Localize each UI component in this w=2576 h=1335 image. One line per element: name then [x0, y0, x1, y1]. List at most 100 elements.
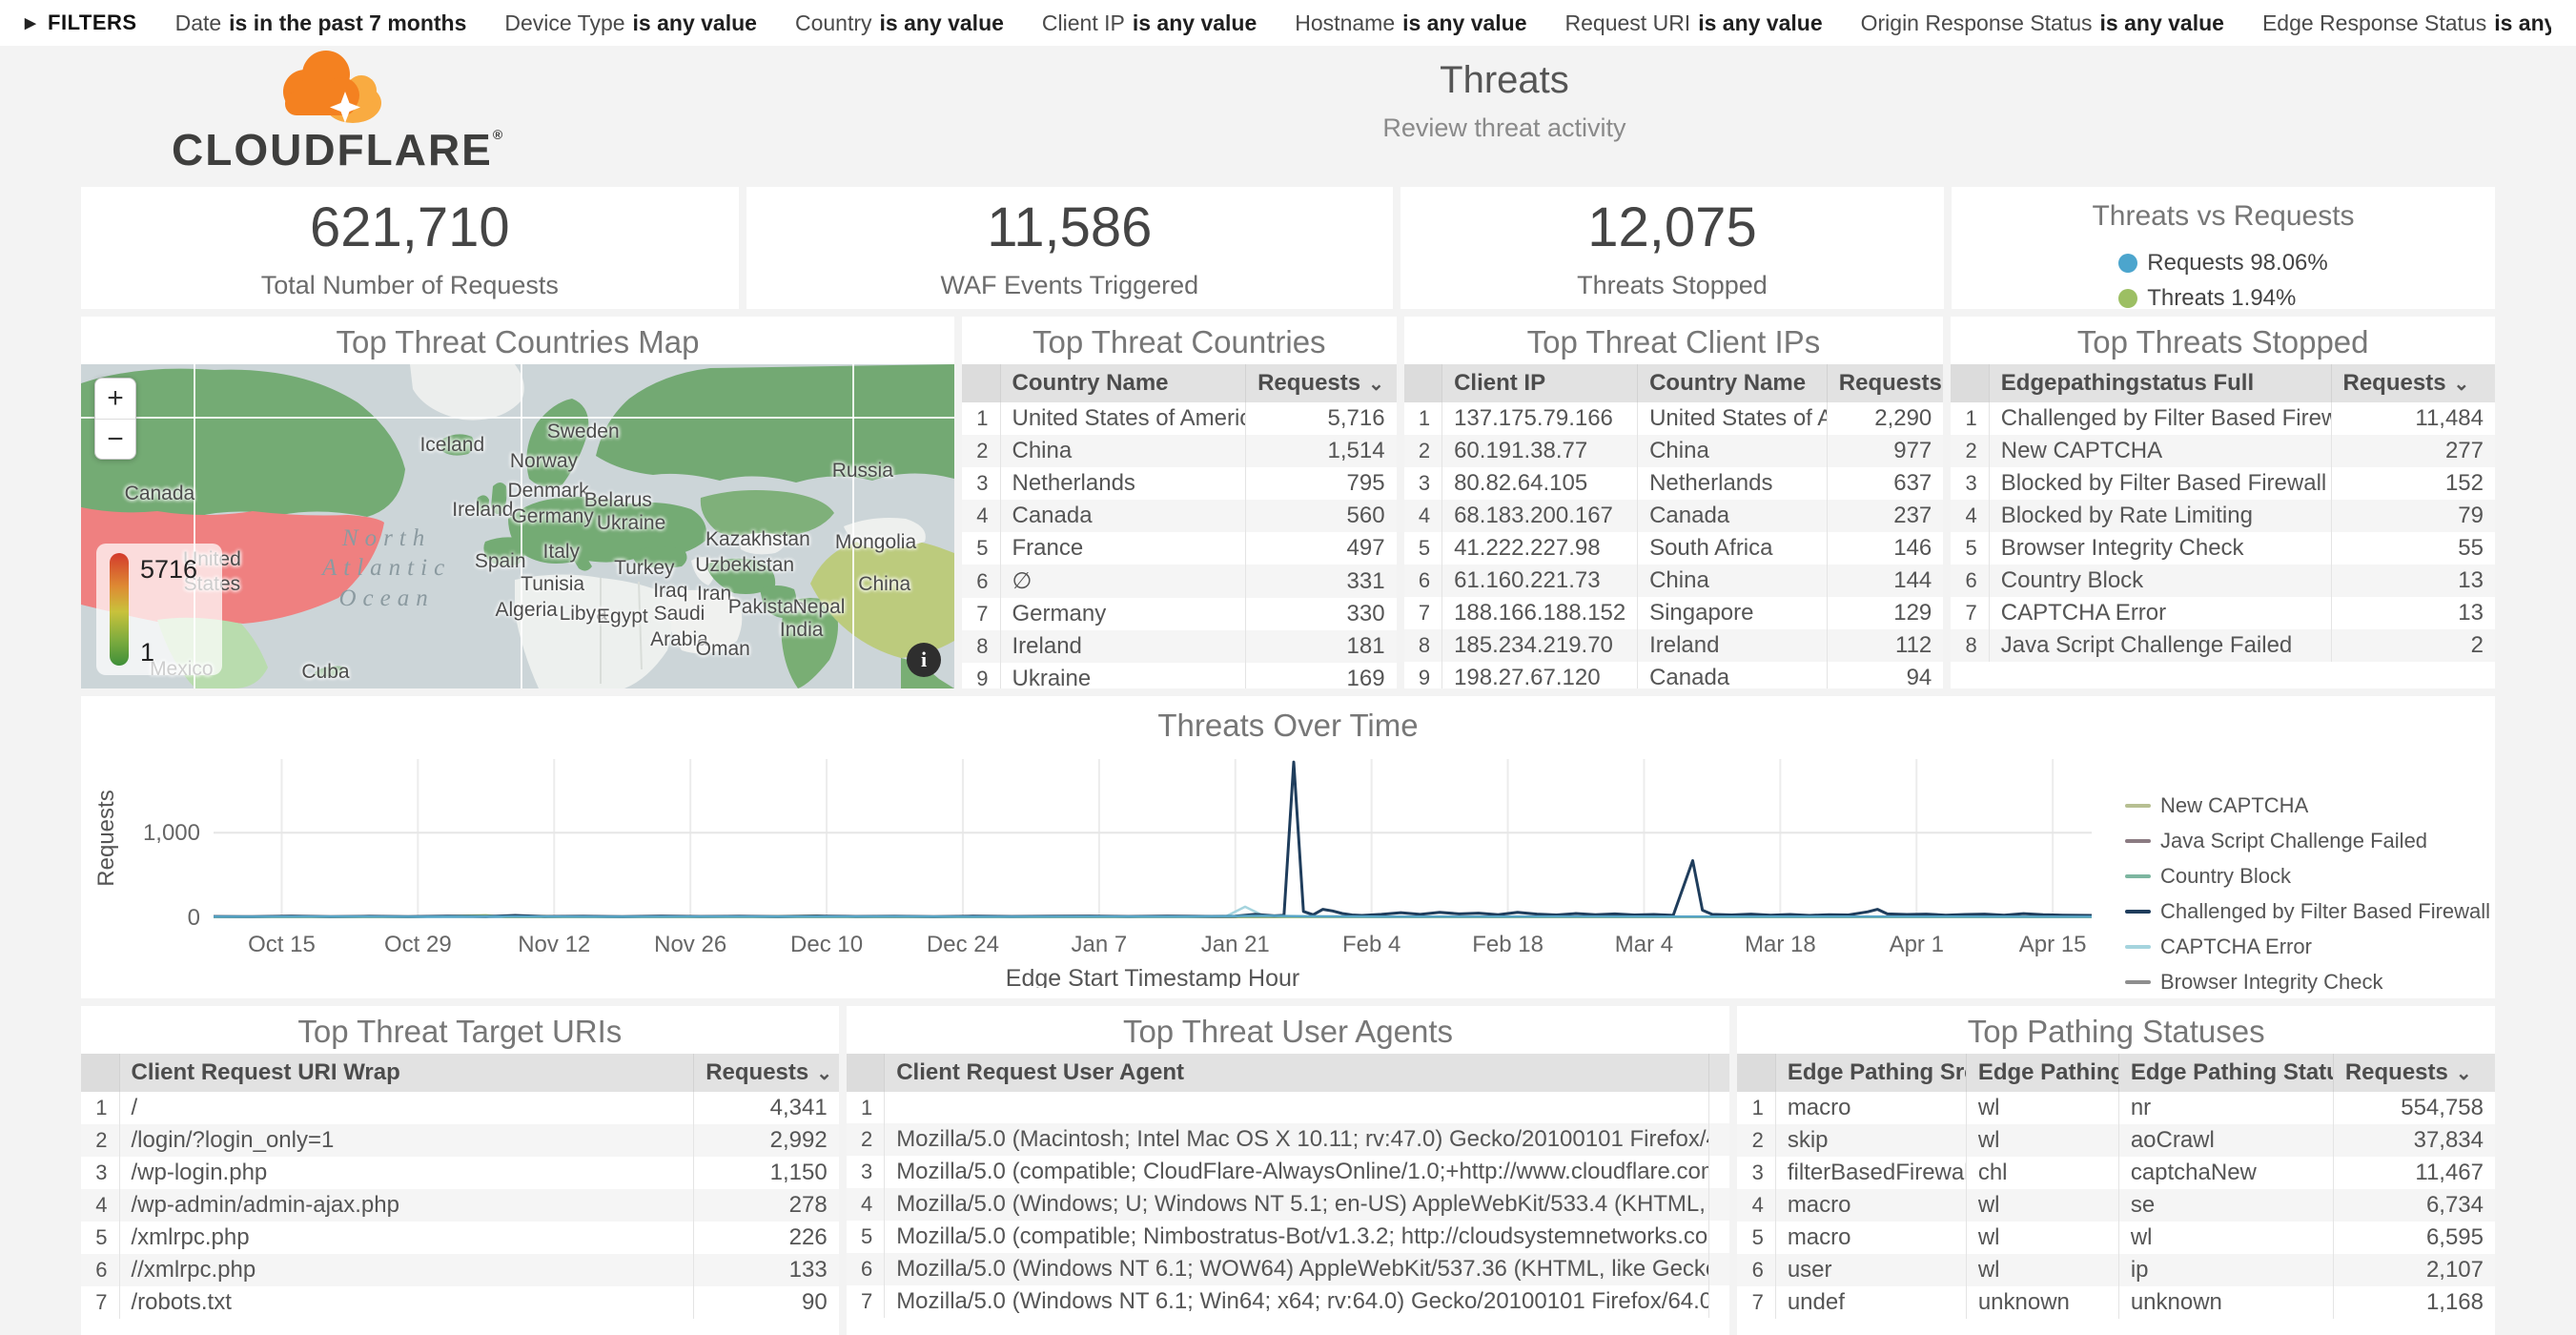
table-cell[interactable]: skip: [1775, 1124, 1966, 1157]
table-cell[interactable]: chl: [1966, 1157, 2118, 1189]
column-header[interactable]: Requests⌄: [1827, 364, 1943, 402]
table-cell[interactable]: 6,595: [2333, 1222, 2495, 1254]
table-cell[interactable]: Browser Integrity Check: [1989, 532, 2331, 565]
column-header[interactable]: Client IP: [1442, 364, 1638, 402]
table-cell[interactable]: 188.166.188.152: [1442, 597, 1638, 629]
column-header[interactable]: Country Name: [1000, 364, 1246, 402]
table-cell[interactable]: 795: [1246, 467, 1397, 500]
table-cell[interactable]: Mozilla/5.0 (compatible; Nimbostratus-Bo…: [885, 1221, 1709, 1253]
zoom-out-button[interactable]: −: [95, 419, 135, 459]
filter-item[interactable]: Origin Response Statusis any value: [1861, 10, 2224, 36]
table-cell[interactable]: 1,514: [1246, 435, 1397, 467]
table-cell[interactable]: [1708, 1188, 1729, 1221]
table-cell[interactable]: 237: [1827, 500, 1943, 532]
filters-toggle[interactable]: ▶ FILTERS: [25, 10, 137, 35]
table-cell[interactable]: New CAPTCHA: [1989, 435, 2331, 467]
table-cell[interactable]: unknown: [1966, 1286, 2118, 1319]
table-cell[interactable]: ip: [2118, 1254, 2333, 1286]
table-cell[interactable]: CAPTCHA Error: [1989, 597, 2331, 629]
table-cell[interactable]: 144: [1827, 565, 1943, 597]
table-cell[interactable]: 133: [694, 1254, 839, 1286]
table-cell[interactable]: 11,467: [2333, 1157, 2495, 1189]
filter-item[interactable]: Request URIis any value: [1565, 10, 1823, 36]
column-header[interactable]: Edge Pathing Op: [1966, 1054, 2118, 1092]
table-cell[interactable]: United States of America: [1000, 402, 1246, 435]
table-cell[interactable]: 152: [2331, 467, 2495, 500]
table-cell[interactable]: Mozilla/5.0 (Windows; U; Windows NT 5.1;…: [885, 1188, 1709, 1221]
table-cell[interactable]: Blocked by Rate Limiting: [1989, 500, 2331, 532]
table-cell[interactable]: Mozilla/5.0 (Macintosh; Intel Mac OS X 1…: [885, 1123, 1709, 1156]
table-cell[interactable]: 198.27.67.120: [1442, 662, 1638, 688]
table-cell[interactable]: 2,107: [2333, 1254, 2495, 1286]
table-cell[interactable]: South Africa: [1638, 532, 1828, 565]
table-cell[interactable]: /: [119, 1092, 694, 1124]
table-cell[interactable]: [1708, 1156, 1729, 1188]
table-cell[interactable]: 37,834: [2333, 1124, 2495, 1157]
filter-item[interactable]: Edge Response Statusis any value: [2262, 10, 2551, 36]
table-cell[interactable]: 560: [1246, 500, 1397, 532]
sort-chevron-icon[interactable]: ⌄: [2456, 1063, 2472, 1084]
table-cell[interactable]: 278: [694, 1189, 839, 1222]
column-header[interactable]: Country Name: [1638, 364, 1828, 402]
table-cell[interactable]: 94: [1827, 662, 1943, 688]
column-header[interactable]: Requests⌄: [2331, 364, 2495, 402]
table-cell[interactable]: wl: [1966, 1092, 2118, 1124]
table-cell[interactable]: 331: [1246, 565, 1397, 598]
table-cell[interactable]: Mozilla/5.0 (compatible; CloudFlare-Alwa…: [885, 1156, 1709, 1188]
table-cell[interactable]: 112: [1827, 629, 1943, 662]
table-cell[interactable]: Netherlands: [1638, 467, 1828, 500]
sort-chevron-icon[interactable]: ⌄: [2454, 374, 2470, 395]
table-cell[interactable]: 2,992: [694, 1124, 839, 1157]
table-cell[interactable]: 41.222.227.98: [1442, 532, 1638, 565]
table-cell[interactable]: 977: [1827, 435, 1943, 467]
table-cell[interactable]: user: [1775, 1254, 1966, 1286]
table-cell[interactable]: wl: [1966, 1189, 2118, 1222]
table-cell[interactable]: wl: [1966, 1254, 2118, 1286]
table-cell[interactable]: Canada: [1638, 500, 1828, 532]
table-cell[interactable]: 90: [694, 1286, 839, 1319]
table-cell[interactable]: 61.160.221.73: [1442, 565, 1638, 597]
table-cell[interactable]: 6,734: [2333, 1189, 2495, 1222]
table-cell[interactable]: 146: [1827, 532, 1943, 565]
column-header[interactable]: Requests⌄: [2333, 1054, 2495, 1092]
table-cell[interactable]: 80.82.64.105: [1442, 467, 1638, 500]
table-cell[interactable]: 13: [2331, 597, 2495, 629]
table-cell[interactable]: China: [1638, 435, 1828, 467]
table-cell[interactable]: /wp-login.php: [119, 1157, 694, 1189]
sort-chevron-icon[interactable]: ⌄: [1368, 374, 1384, 395]
table-cell[interactable]: 2,290: [1827, 402, 1943, 435]
table-cell[interactable]: filterBasedFirewall: [1775, 1157, 1966, 1189]
column-header[interactable]: Requests⌄: [694, 1054, 839, 1092]
table-cell[interactable]: wl: [1966, 1124, 2118, 1157]
filter-item[interactable]: Client IPis any value: [1042, 10, 1257, 36]
table-cell[interactable]: nr: [2118, 1092, 2333, 1124]
table-cell[interactable]: 185.234.219.70: [1442, 629, 1638, 662]
table-cell[interactable]: //xmlrpc.php: [119, 1254, 694, 1286]
table-cell[interactable]: United States of America: [1638, 402, 1828, 435]
sort-chevron-icon[interactable]: ⌄: [816, 1063, 832, 1084]
table-cell[interactable]: wl: [2118, 1222, 2333, 1254]
column-header[interactable]: Client Request URI Wrap: [119, 1054, 694, 1092]
chart-legend-item[interactable]: Java Script Challenge Failed: [2125, 829, 2490, 853]
table-cell[interactable]: 330: [1246, 598, 1397, 630]
table-cell[interactable]: /robots.txt: [119, 1286, 694, 1319]
filter-item[interactable]: Countryis any value: [795, 10, 1004, 36]
table-cell[interactable]: 55: [2331, 532, 2495, 565]
table-cell[interactable]: Ukraine: [1000, 663, 1246, 688]
table-cell[interactable]: Netherlands: [1000, 467, 1246, 500]
table-cell[interactable]: 5,716: [1246, 402, 1397, 435]
table-cell[interactable]: China: [1638, 565, 1828, 597]
table-cell[interactable]: 277: [2331, 435, 2495, 467]
table-cell[interactable]: 226: [694, 1222, 839, 1254]
filter-item[interactable]: Dateis in the past 7 months: [175, 10, 467, 36]
column-header[interactable]: Edge Pathing Status: [2118, 1054, 2333, 1092]
table-cell[interactable]: 129: [1827, 597, 1943, 629]
table-cell[interactable]: 137.175.79.166: [1442, 402, 1638, 435]
chart-legend-item[interactable]: New CAPTCHA: [2125, 793, 2490, 818]
table-cell[interactable]: captchaNew: [2118, 1157, 2333, 1189]
table-cell[interactable]: Challenged by Filter Based Firewall: [1989, 402, 2331, 435]
table-cell[interactable]: 181: [1246, 630, 1397, 663]
world-map[interactable]: CanadaUnited StatesMexicoCubaIcelandIrel…: [81, 364, 954, 688]
filter-item[interactable]: Hostnameis any value: [1295, 10, 1526, 36]
table-cell[interactable]: 169: [1246, 663, 1397, 688]
